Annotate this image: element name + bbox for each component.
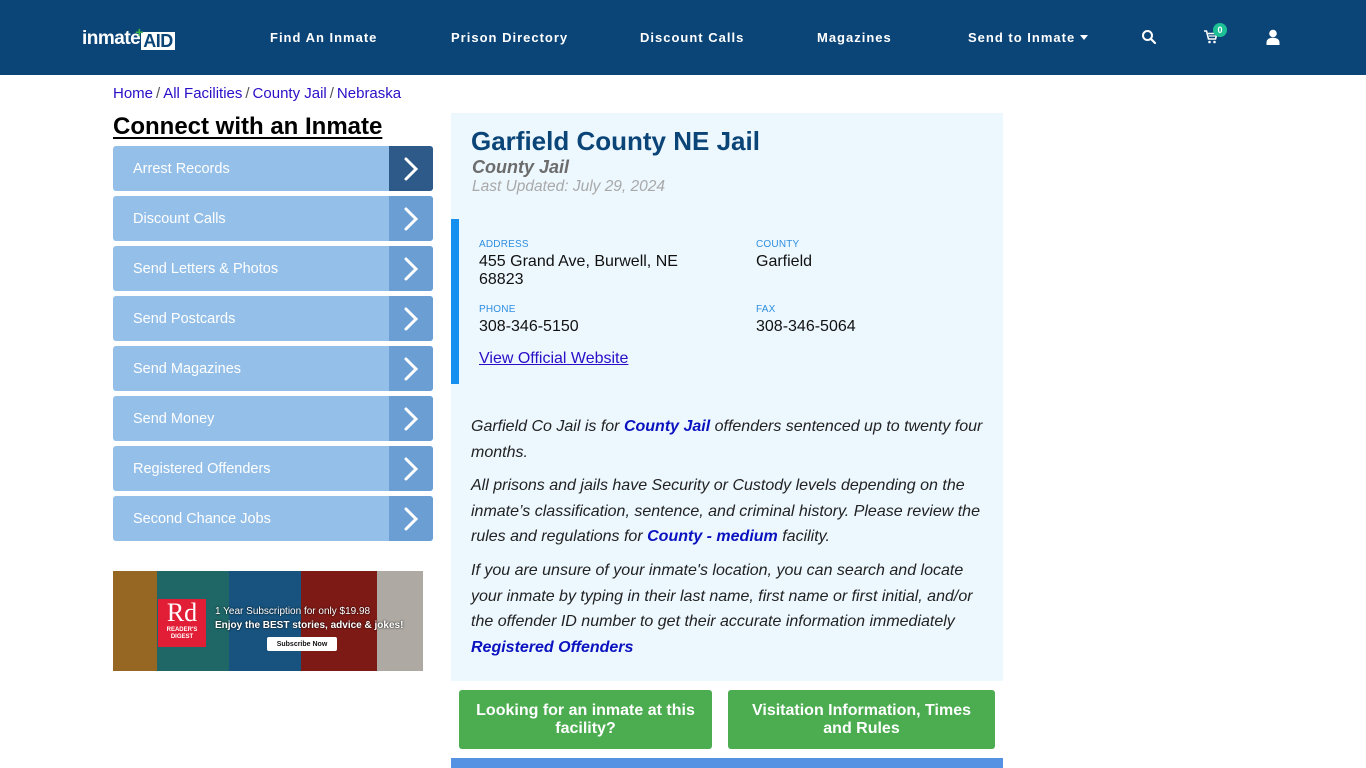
phone-value: 308-346-5150 bbox=[479, 318, 579, 335]
county-jail-link[interactable]: County Jail bbox=[624, 418, 710, 435]
county-label: COUNTY bbox=[756, 239, 800, 250]
breadcrumb-home[interactable]: Home bbox=[113, 85, 153, 102]
nav-find-an-inmate[interactable]: Find An Inmate bbox=[270, 0, 377, 75]
find-inmate-at-facility-button[interactable]: Looking for an inmate at this facility? bbox=[459, 690, 712, 749]
nav-prison-directory[interactable]: Prison Directory bbox=[451, 0, 568, 75]
readers-digest-ad[interactable]: Rd READER'S DIGEST 1 Year Subscription f… bbox=[113, 571, 423, 671]
sidebar-item-label: Arrest Records bbox=[133, 160, 230, 177]
sidebar-item-send-money[interactable]: Send Money bbox=[113, 396, 433, 441]
ad-brand-big: Rd bbox=[166, 598, 198, 627]
breadcrumb: Home / All Facilities / County Jail / Nebraska bbox=[113, 85, 401, 102]
nav-label: Send to Inmate bbox=[968, 30, 1076, 45]
chevron-right-icon bbox=[389, 346, 433, 391]
logo-accent-text: AID bbox=[143, 31, 173, 51]
ad-line2: Enjoy the BEST stories, advice & jokes! bbox=[215, 620, 404, 631]
search-icon bbox=[1142, 30, 1157, 45]
sidebar-item-label: Second Chance Jobs bbox=[133, 510, 271, 527]
bottom-banner bbox=[451, 758, 1003, 768]
address-line1: 455 Grand Ave, Burwell, NE bbox=[479, 253, 678, 270]
user-icon bbox=[1266, 29, 1280, 45]
chevron-right-icon bbox=[389, 246, 433, 291]
breadcrumb-separator: / bbox=[245, 85, 250, 102]
sidebar-item-label: Send Postcards bbox=[133, 310, 236, 327]
registered-offenders-link[interactable]: Registered Offenders bbox=[471, 639, 633, 656]
sidebar-item-discount-calls[interactable]: Discount Calls bbox=[113, 196, 433, 241]
nav-magazines[interactable]: Magazines bbox=[817, 0, 892, 75]
desc-text: If you are unsure of your inmate's locat… bbox=[471, 562, 973, 630]
cart-count-badge: 0 bbox=[1213, 23, 1227, 37]
sidebar-item-label: Send Magazines bbox=[133, 360, 242, 377]
breadcrumb-separator: / bbox=[329, 85, 334, 102]
chevron-right-icon bbox=[389, 446, 433, 491]
nav-label: Discount Calls bbox=[640, 30, 745, 45]
search-button[interactable] bbox=[1137, 26, 1161, 48]
fax-label: FAX bbox=[756, 304, 776, 315]
phone-label: PHONE bbox=[479, 304, 516, 315]
sidebar-item-send-magazines[interactable]: Send Magazines bbox=[113, 346, 433, 391]
breadcrumb-nebraska[interactable]: Nebraska bbox=[337, 85, 401, 102]
sidebar-item-registered-offenders[interactable]: Registered Offenders bbox=[113, 446, 433, 491]
breadcrumb-county-jail[interactable]: County Jail bbox=[253, 85, 327, 102]
sidebar-item-label: Send Letters & Photos bbox=[133, 260, 279, 277]
description-paragraph-1: Garfield Co Jail is for County Jail offe… bbox=[471, 414, 991, 465]
sidebar-item-label: Registered Offenders bbox=[133, 460, 271, 477]
logo-text: inmate bbox=[82, 28, 141, 49]
official-website-link[interactable]: View Official Website bbox=[479, 350, 628, 368]
top-navbar: inmate + AID Find An Inmate Prison Direct… bbox=[0, 0, 1366, 75]
chevron-right-icon bbox=[389, 396, 433, 441]
sidebar-menu: Arrest Records Discount Calls Send Lette… bbox=[113, 146, 433, 546]
sidebar-item-label: Discount Calls bbox=[133, 210, 226, 227]
sidebar-item-label: Send Money bbox=[133, 410, 215, 427]
readers-digest-logo: Rd READER'S DIGEST bbox=[158, 599, 206, 647]
ad-line1: 1 Year Subscription for only $19.98 bbox=[215, 606, 371, 617]
county-medium-link[interactable]: County - medium bbox=[647, 528, 778, 545]
nav-label: Prison Directory bbox=[451, 30, 569, 45]
sidebar-item-second-chance-jobs[interactable]: Second Chance Jobs bbox=[113, 496, 433, 541]
sidebar-item-arrest-records[interactable]: Arrest Records bbox=[113, 146, 433, 191]
account-button[interactable] bbox=[1261, 26, 1285, 48]
inmateaid-logo[interactable]: inmate + AID bbox=[82, 24, 175, 51]
breadcrumb-all-facilities[interactable]: All Facilities bbox=[163, 85, 242, 102]
desc-text: facility. bbox=[777, 528, 830, 545]
description-paragraph-3: If you are unsure of your inmate's locat… bbox=[471, 558, 991, 660]
nav-send-to-inmate[interactable]: Send to Inmate bbox=[968, 0, 1089, 75]
nav-discount-calls[interactable]: Discount Calls bbox=[640, 0, 744, 75]
logo-accent: + AID bbox=[135, 24, 175, 51]
ad-brand-small: READER'S DIGEST bbox=[166, 627, 198, 640]
sidebar-item-send-postcards[interactable]: Send Postcards bbox=[113, 296, 433, 341]
plus-icon: + bbox=[135, 24, 143, 40]
chevron-right-icon bbox=[389, 496, 433, 541]
county-value: Garfield bbox=[756, 253, 813, 270]
address-label: ADDRESS bbox=[479, 239, 529, 250]
nav-label: Find An Inmate bbox=[270, 30, 378, 45]
nav-label: Magazines bbox=[817, 30, 892, 45]
description-paragraph-2: All prisons and jails have Security or C… bbox=[471, 473, 991, 550]
chevron-right-icon bbox=[389, 296, 433, 341]
address-line2: 68823 bbox=[479, 271, 524, 288]
sidebar-title: Connect with an Inmate bbox=[113, 113, 383, 140]
caret-down-icon bbox=[1080, 35, 1089, 40]
visitation-info-button[interactable]: Visitation Information, Times and Rules bbox=[728, 690, 995, 749]
sidebar-item-send-letters-photos[interactable]: Send Letters & Photos bbox=[113, 246, 433, 291]
ad-subscribe-button[interactable]: Subscribe Now bbox=[267, 637, 337, 651]
chevron-right-icon bbox=[389, 146, 433, 191]
breadcrumb-separator: / bbox=[156, 85, 161, 102]
chevron-right-icon bbox=[389, 196, 433, 241]
fax-value: 308-346-5064 bbox=[756, 318, 856, 335]
desc-text: Garfield Co Jail is for bbox=[471, 418, 624, 435]
facility-name: Garfield County NE Jail bbox=[471, 126, 760, 156]
facility-type: County Jail bbox=[472, 157, 570, 177]
last-updated: Last Updated: July 29, 2024 bbox=[472, 178, 666, 195]
